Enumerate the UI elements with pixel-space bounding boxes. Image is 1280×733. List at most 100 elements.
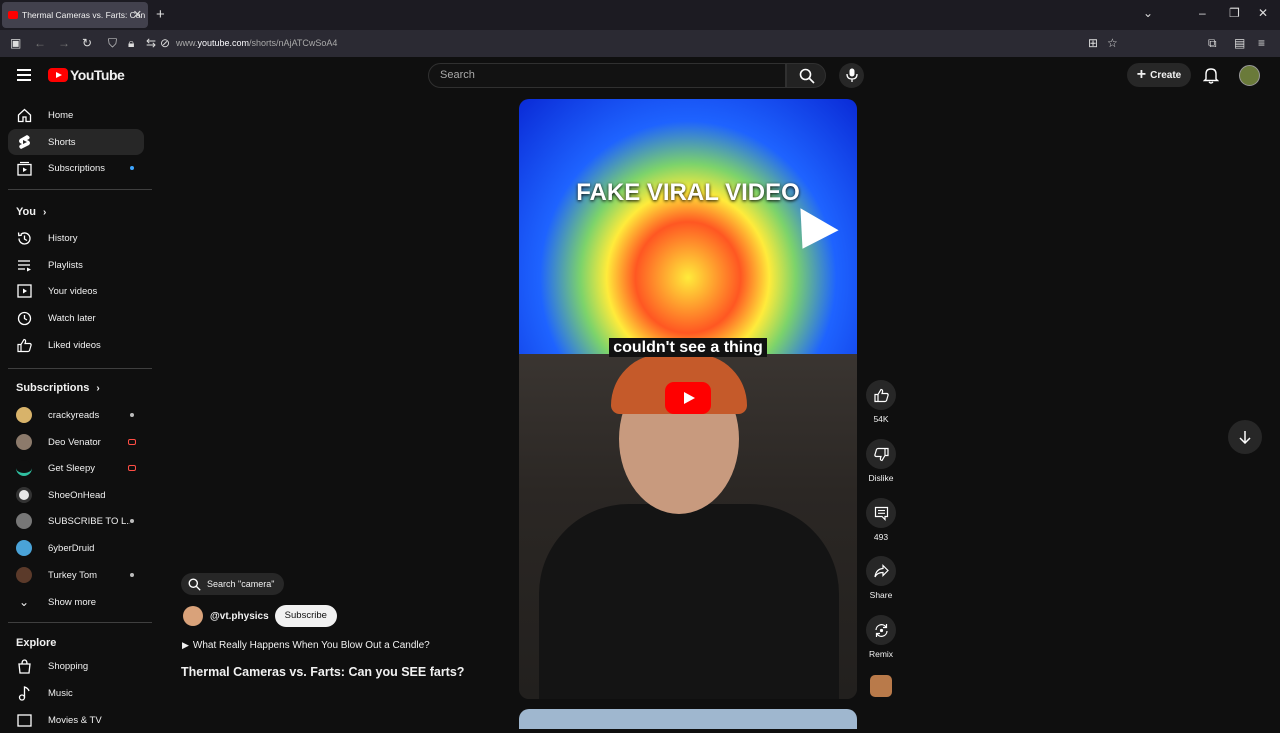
minimize-icon[interactable]: – <box>1199 6 1206 20</box>
subscription-channel[interactable]: Deo Venator <box>8 429 144 455</box>
chevron-right-icon: › <box>96 383 100 394</box>
reload-icon[interactable]: ↻ <box>82 36 92 50</box>
arrow-graphic-icon <box>783 208 839 260</box>
notifications-bell-icon[interactable] <box>1203 67 1219 84</box>
back-icon[interactable]: ← <box>34 36 46 50</box>
close-tab-icon[interactable]: ✕ <box>133 8 142 21</box>
sidebar-item-music[interactable]: Music <box>8 680 144 706</box>
sidebar-item-history[interactable]: History <box>8 225 144 251</box>
sidebar-item-shopping[interactable]: Shopping <box>8 653 144 679</box>
sidebar-item-shorts[interactable]: Shorts <box>8 129 144 155</box>
comment-count: 493 <box>873 532 889 542</box>
next-short-preview[interactable] <box>519 709 857 729</box>
sidebar-toggle-icon[interactable]: ▣ <box>10 36 21 50</box>
tab-list-chevron-icon[interactable]: ⌄ <box>1143 6 1153 20</box>
sidebar-item-playlists[interactable]: Playlists <box>8 252 144 278</box>
channel-avatar[interactable] <box>183 606 203 626</box>
search-icon <box>188 578 201 591</box>
browser-toolbar: ▣ ← → ↻ ⛉ 🔒︎ ⇆ ⊘ www.youtube.com/shorts/… <box>0 30 1280 57</box>
dislike-button[interactable]: Dislike <box>864 439 898 483</box>
search-button[interactable] <box>786 63 826 88</box>
subscription-channel[interactable]: Get Sleepy <box>8 455 144 481</box>
sidebar-item-subscriptions[interactable]: Subscriptions <box>8 155 144 181</box>
channel-avatar <box>16 540 32 556</box>
url-path: /shorts/nAjATCwSoA4 <box>249 38 338 48</box>
subscription-channel[interactable]: 6yberDruid <box>8 535 144 561</box>
reader-view-icon[interactable]: ⊞ <box>1088 36 1098 50</box>
menu-icon[interactable]: ≡ <box>1258 36 1265 50</box>
browser-tab-bar: Thermal Cameras vs. Farts: Can ✕ + ⌄ – ❐… <box>0 0 1280 30</box>
youtube-favicon-icon <box>8 11 18 19</box>
lock-icon[interactable]: 🔒︎ <box>128 36 134 51</box>
subscriptions-section-heading[interactable]: Subscriptions › <box>16 382 100 394</box>
sidebar-item-liked-videos[interactable]: Liked videos <box>8 332 144 358</box>
history-icon <box>16 230 32 246</box>
share-button[interactable]: Share <box>864 556 898 600</box>
youtube-logo[interactable]: YouTube <box>48 67 125 83</box>
subscription-channel[interactable]: crackyreads <box>8 402 144 428</box>
you-section-heading[interactable]: You › <box>16 206 46 218</box>
shield-icon[interactable]: ⛉ <box>108 36 117 51</box>
subscription-channel[interactable]: SUBSCRIBE TO L... <box>8 508 144 534</box>
sidebar-item-label: Your videos <box>48 285 98 297</box>
subscription-channel[interactable]: ShoeOnHead <box>8 482 144 508</box>
bookmark-star-icon[interactable]: ☆ <box>1107 36 1118 50</box>
search-input[interactable]: Search <box>428 63 786 88</box>
extension-badge-icon[interactable]: ▤ <box>1234 36 1245 50</box>
subscriptions-icon <box>16 160 32 176</box>
create-label: Create <box>1150 69 1182 81</box>
address-bar[interactable]: www.youtube.com/shorts/nAjATCwSoA4 <box>176 38 337 48</box>
create-button[interactable]: + Create <box>1127 63 1191 87</box>
plus-icon: + <box>1136 66 1147 83</box>
arrow-down-icon <box>1239 431 1251 444</box>
channel-name: Get Sleepy <box>48 462 95 474</box>
show-more-button[interactable]: ⌄ Show more <box>8 589 144 615</box>
comments-button[interactable]: 493 <box>864 498 898 542</box>
channel-avatar <box>16 460 32 476</box>
channel-avatar <box>16 487 32 503</box>
sidebar-item-movies[interactable]: Movies & TV <box>8 707 144 733</box>
share-icon <box>866 556 896 586</box>
sidebar-item-label: Music <box>48 687 73 699</box>
channel-avatar <box>16 407 32 423</box>
related-video-title: What Really Happens When You Blow Out a … <box>192 640 430 651</box>
microphone-icon <box>846 68 858 82</box>
shorts-video-player[interactable]: FAKE VIRAL VIDEO couldn't see a thing <box>519 99 857 699</box>
sidebar-item-home[interactable]: Home <box>8 102 144 128</box>
play-button[interactable] <box>665 382 711 414</box>
new-tab-button[interactable]: + <box>156 6 165 23</box>
close-window-icon[interactable]: ✕ <box>1258 6 1268 20</box>
remix-button[interactable]: Remix <box>864 615 898 659</box>
related-video-link[interactable]: ▶ What Really Happens When You Blow Out a… <box>182 640 430 651</box>
extensions-icon[interactable]: ⧉ <box>1208 36 1217 51</box>
logo-text: YouTube <box>70 67 125 83</box>
thermal-camera-footage: FAKE VIRAL VIDEO <box>519 99 857 354</box>
sidebar-item-watch-later[interactable]: Watch later <box>8 305 144 331</box>
show-more-label: Show more <box>48 596 97 608</box>
account-avatar[interactable] <box>1239 65 1260 86</box>
maximize-icon[interactable]: ❐ <box>1229 6 1240 20</box>
search-suggestion-pill[interactable]: Search "camera" <box>181 573 285 595</box>
thumbs-down-icon <box>866 439 896 469</box>
voice-search-button[interactable] <box>839 63 864 88</box>
hamburger-menu-icon[interactable] <box>17 69 31 81</box>
thumbs-up-icon <box>866 380 896 410</box>
tab-title: Thermal Cameras vs. Farts: Can <box>22 10 146 20</box>
next-short-button[interactable] <box>1228 420 1262 454</box>
permissions-icon[interactable]: ⇆ <box>146 36 156 50</box>
you-heading-label: You <box>16 206 36 218</box>
tracking-icon[interactable]: ⊘ <box>160 36 170 50</box>
short-title[interactable]: Thermal Cameras vs. Farts: Can you SEE f… <box>181 665 464 679</box>
sidebar-item-your-videos[interactable]: Your videos <box>8 278 144 304</box>
live-icon <box>128 465 136 471</box>
subscription-channel[interactable]: Turkey Tom <box>8 562 144 588</box>
forward-icon[interactable]: → <box>58 36 70 50</box>
browser-tab[interactable]: Thermal Cameras vs. Farts: Can ✕ <box>2 2 148 28</box>
channel-handle[interactable]: @vt.physics <box>210 611 269 622</box>
subscribe-button[interactable]: Subscribe <box>274 605 337 627</box>
your-videos-icon <box>16 283 32 299</box>
like-button[interactable]: 54K <box>864 380 898 424</box>
movies-icon <box>16 712 32 728</box>
sound-channel-avatar[interactable] <box>870 675 892 697</box>
url-prefix: www. <box>176 38 198 48</box>
